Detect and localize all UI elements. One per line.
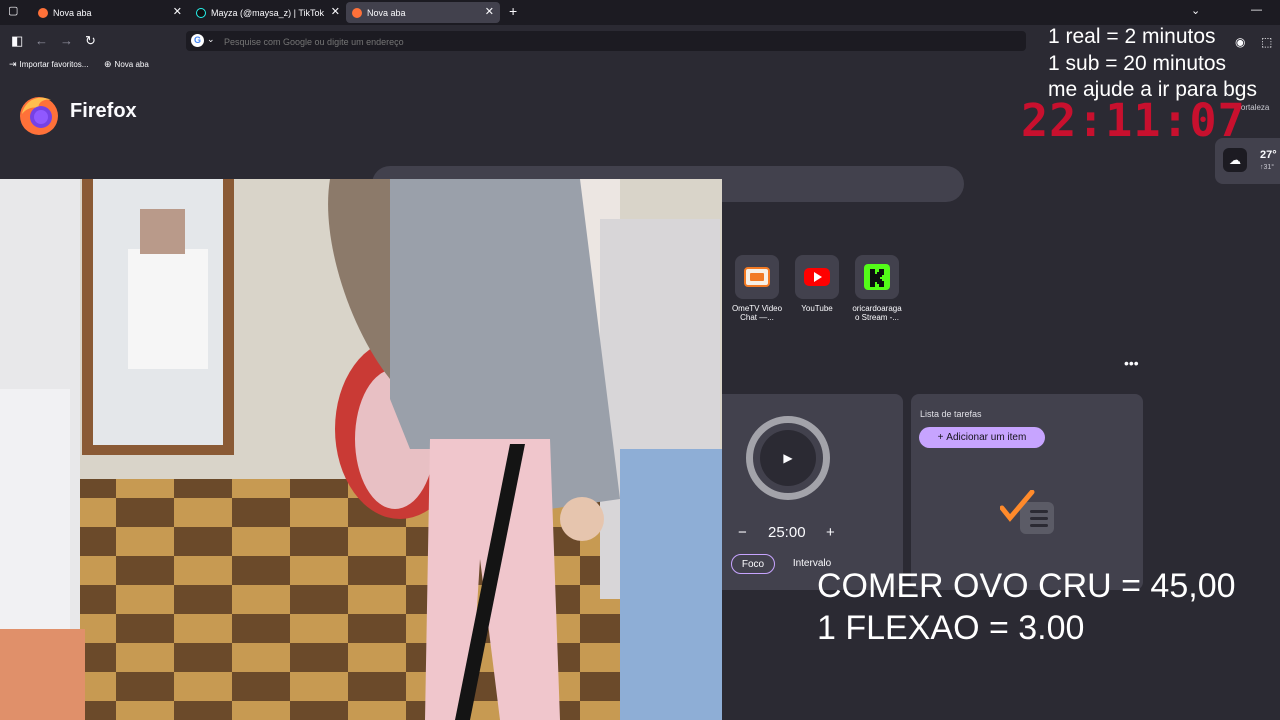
- task-list-title: Lista de tarefas: [920, 409, 982, 419]
- add-item-label: Adicionar um item: [946, 432, 1027, 443]
- firefox-logo: [20, 97, 58, 135]
- stream-clock: 22:11:07: [1021, 94, 1246, 147]
- shortcut-label: YouTube: [801, 304, 833, 313]
- brand-name: Firefox: [70, 100, 137, 122]
- reload-icon[interactable]: ↻: [85, 33, 96, 49]
- chevron-down-icon[interactable]: ⌄: [1191, 4, 1200, 17]
- firefox-icon: [38, 7, 48, 18]
- kick-icon: [864, 264, 890, 290]
- close-icon[interactable]: ✕: [173, 5, 182, 18]
- bookmark-label: Nova aba: [114, 60, 149, 69]
- minimize-icon[interactable]: —: [1251, 4, 1262, 16]
- tile: [795, 255, 839, 299]
- address-input[interactable]: [222, 33, 1006, 50]
- donation-rules: 1 real = 2 minutos 1 sub = 20 minutos me…: [1048, 24, 1257, 104]
- tab-2-title: Mayza (@maysa_z) | TikTok: [211, 7, 324, 18]
- webcam-video: [0, 179, 722, 720]
- shortcut-ometv[interactable]: OmeTV Video Chat —...: [730, 255, 784, 322]
- globe-icon: ⊕: [104, 59, 112, 69]
- add-item-button[interactable]: + Adicionar um item: [919, 427, 1045, 448]
- google-icon[interactable]: G: [191, 34, 204, 47]
- tab-2[interactable]: Mayza (@maysa_z) | TikTok ✕: [190, 2, 346, 23]
- import-icon: ⇥: [9, 59, 17, 69]
- shortcut-kick[interactable]: oricardoaraga o Stream -...: [850, 255, 904, 322]
- challenge-line: 1 FLEXAO = 3.00: [817, 609, 1085, 647]
- close-icon[interactable]: ✕: [485, 5, 494, 18]
- tile: [855, 255, 899, 299]
- shortcut-youtube[interactable]: YouTube: [790, 255, 844, 313]
- challenge-prices: COMER OVO CRU = 45,00 1 FLEXAO = 3.00: [817, 565, 1236, 649]
- sidebar-icon[interactable]: ◧: [11, 33, 23, 49]
- new-tab-button[interactable]: +: [509, 3, 517, 19]
- tiktok-icon: [196, 7, 206, 18]
- timer-decrease-button[interactable]: −: [738, 524, 747, 541]
- more-options-icon[interactable]: •••: [1124, 355, 1139, 371]
- challenge-line: COMER OVO CRU = 45,00: [817, 567, 1236, 605]
- back-icon[interactable]: ←: [35, 33, 48, 48]
- firefox-icon: [352, 7, 362, 18]
- bookmark-new-tab[interactable]: ⊕ Nova aba: [104, 59, 149, 70]
- shortcut-label: oricardoaraga o Stream -...: [852, 304, 902, 322]
- timer-increase-button[interactable]: +: [826, 524, 835, 541]
- shortcut-label: OmeTV Video Chat —...: [731, 304, 783, 322]
- forward-icon[interactable]: →: [60, 33, 73, 48]
- cloud-icon: ☁: [1223, 148, 1247, 172]
- play-button[interactable]: ▶: [760, 430, 816, 486]
- tab-3-title: Nova aba: [367, 7, 406, 18]
- tasks-illustration-icon: [1000, 490, 1054, 534]
- donation-rule-line: 1 real = 2 minutos: [1048, 25, 1216, 48]
- tile: [735, 255, 779, 299]
- tab-1[interactable]: Nova aba ✕: [32, 2, 188, 23]
- donation-rule-line: 1 sub = 20 minutos: [1048, 51, 1227, 75]
- weather-temp: 27°: [1260, 149, 1277, 161]
- tab-1-title: Nova aba: [53, 7, 92, 18]
- tab-3[interactable]: Nova aba ✕: [346, 2, 500, 23]
- weather-detail: ↑31°: [1260, 164, 1275, 171]
- timer-value: 25:00: [768, 524, 806, 541]
- chevron-down-icon[interactable]: ⌄: [207, 34, 215, 45]
- close-icon[interactable]: ✕: [331, 5, 340, 18]
- plus-icon: +: [937, 432, 947, 443]
- youtube-icon: [804, 268, 830, 286]
- bookmark-label: Importar favoritos...: [19, 60, 89, 69]
- extensions-icon[interactable]: ⬚: [1261, 35, 1272, 49]
- focus-button[interactable]: Foco: [731, 554, 775, 574]
- ometv-icon: [744, 267, 770, 287]
- url-bar[interactable]: G ⌄: [186, 31, 1026, 51]
- bookmark-import[interactable]: ⇥ Importar favoritos...: [9, 59, 88, 70]
- tab-bar: ▢ Nova aba ✕ Mayza (@maysa_z) | TikTok ✕…: [0, 0, 1280, 25]
- tab-list-icon[interactable]: ▢: [8, 4, 18, 17]
